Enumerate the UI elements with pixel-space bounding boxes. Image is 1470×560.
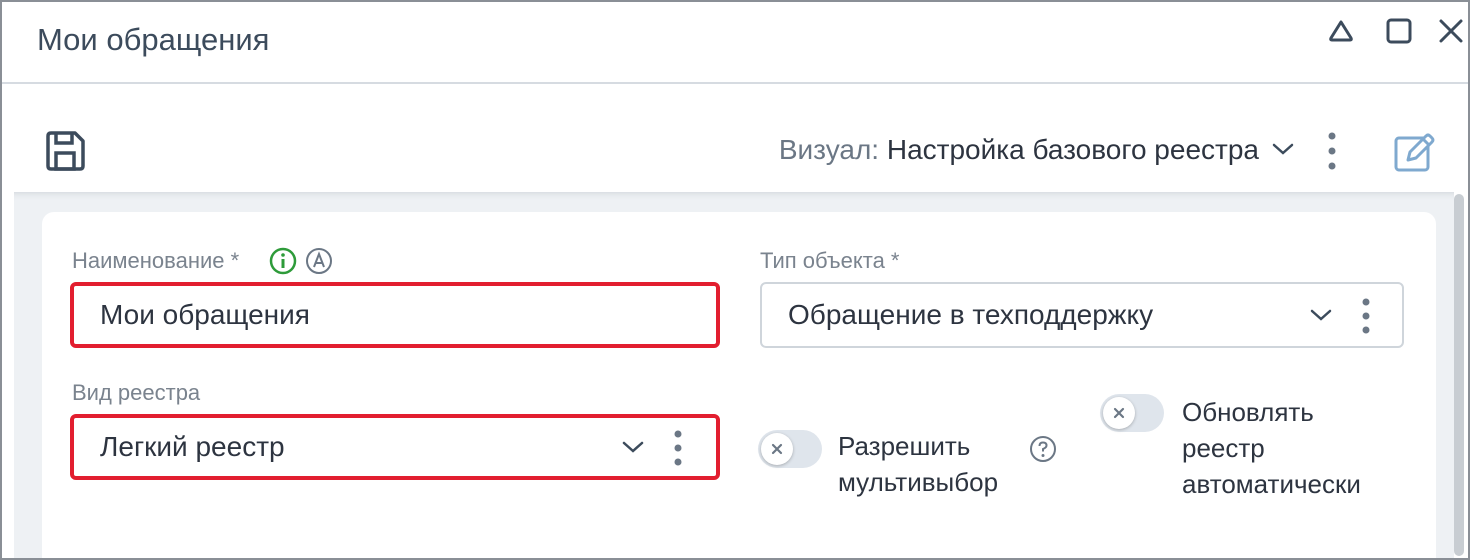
chevron-down-icon[interactable] bbox=[1268, 134, 1298, 164]
object-type-label: Тип объекта * bbox=[760, 248, 900, 273]
save-icon[interactable] bbox=[42, 128, 88, 174]
autorefresh-toggle[interactable] bbox=[1100, 394, 1164, 432]
multiselect-label: Разрешить мультивыбор bbox=[838, 431, 999, 497]
multiselect-toggle[interactable] bbox=[758, 430, 822, 468]
registry-type-value: Легкий реестр bbox=[100, 431, 285, 462]
autorefresh-label: Обновлять реестр автоматически bbox=[1182, 397, 1361, 499]
collapse-icon[interactable] bbox=[1326, 16, 1356, 46]
registry-type-select[interactable]: Легкий реестр bbox=[70, 414, 720, 480]
object-type-value: Обращение в техподдержку bbox=[788, 299, 1154, 330]
help-icon[interactable] bbox=[1028, 434, 1058, 464]
auto-translate-icon[interactable] bbox=[304, 246, 334, 276]
toolbar: Визуал: Настройка базового реестра bbox=[2, 84, 1468, 192]
toggle-off-icon bbox=[761, 433, 793, 465]
toggle-off-icon bbox=[1103, 397, 1135, 429]
vertical-scrollbar[interactable] bbox=[1454, 194, 1464, 556]
content-area: Наименование * Мои обращения Тип объекта… bbox=[14, 192, 1454, 558]
more-vertical-icon[interactable] bbox=[1320, 128, 1344, 174]
more-vertical-icon[interactable] bbox=[670, 428, 686, 468]
visual-value: Настройка базового реестра bbox=[886, 134, 1259, 165]
window: Мои обращения Визуал: Настройка базового… bbox=[0, 0, 1470, 560]
maximize-icon[interactable] bbox=[1384, 16, 1414, 46]
name-label: Наименование * bbox=[72, 248, 240, 273]
registry-type-label: Вид реестра bbox=[72, 380, 201, 405]
edit-icon[interactable] bbox=[1390, 130, 1438, 176]
window-title: Мои обращения bbox=[37, 22, 270, 57]
visual-selector[interactable]: Визуал: Настройка базового реестра bbox=[779, 134, 1259, 166]
settings-card: Наименование * Мои обращения Тип объекта… bbox=[42, 212, 1436, 558]
chevron-down-icon[interactable] bbox=[1306, 300, 1336, 330]
name-input[interactable]: Мои обращения bbox=[70, 282, 720, 348]
name-value: Мои обращения bbox=[100, 299, 310, 330]
object-type-select[interactable]: Обращение в техподдержку bbox=[760, 282, 1404, 348]
chevron-down-icon[interactable] bbox=[618, 432, 648, 462]
more-vertical-icon[interactable] bbox=[1358, 296, 1374, 336]
info-icon[interactable] bbox=[268, 246, 298, 276]
title-bar: Мои обращения bbox=[2, 2, 1468, 84]
close-icon[interactable] bbox=[1436, 16, 1466, 46]
visual-label: Визуал: bbox=[778, 134, 880, 165]
